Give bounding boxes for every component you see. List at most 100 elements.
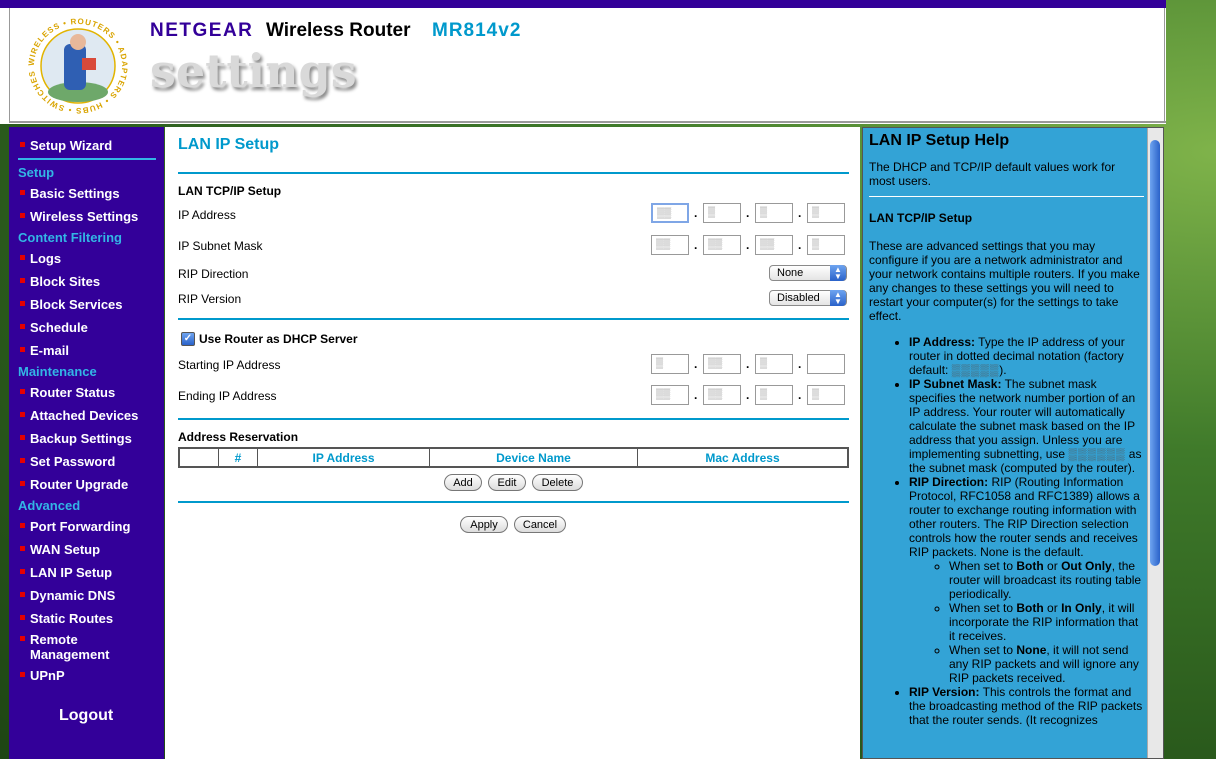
section-divider (178, 418, 849, 420)
help-paragraph: These are advanced settings that you may… (869, 239, 1140, 323)
sidebar-item-remote-management-line2[interactable]: Management (30, 647, 109, 662)
ending-ip-label: Ending IP Address (178, 389, 277, 403)
ip-address-octet-2[interactable]: ▒ (703, 203, 741, 223)
sidebar-heading-maintenance: Maintenance (18, 364, 97, 379)
scrollbar-thumb[interactable] (1150, 140, 1160, 566)
rip-direction-value: None (777, 267, 804, 279)
help-text: When set to (949, 601, 1014, 615)
rip-direction-select[interactable]: None ▲ ▼ (769, 265, 847, 281)
sidebar-item-wan-setup[interactable]: WAN Setup (20, 542, 100, 557)
bullet-icon (20, 412, 25, 418)
sidebar-item-remote-management[interactable]: Remote (20, 632, 78, 647)
sidebar-item-set-password[interactable]: Set Password (20, 454, 115, 469)
sidebar-item-wireless-settings[interactable]: Wireless Settings (20, 209, 138, 224)
start-ip-octet-4[interactable] (807, 354, 845, 374)
octet-separator: . (694, 238, 698, 252)
end-ip-octet-1[interactable]: ▒▒ (651, 385, 689, 405)
add-button[interactable]: Add (444, 474, 482, 491)
header-divider (9, 121, 1166, 123)
sidebar-item-email[interactable]: E-mail (20, 343, 69, 358)
subnet-octet-4[interactable]: ▒ (807, 235, 845, 255)
help-item-rip-direction: RIP Direction: RIP (Routing Information … (909, 475, 1144, 685)
help-title: LAN IP Setup Help (869, 132, 1010, 149)
sidebar-item-schedule[interactable]: Schedule (20, 320, 88, 335)
help-text: When set to (949, 559, 1014, 573)
subnet-octet-1[interactable]: ▒▒ (651, 235, 689, 255)
end-ip-octet-3[interactable]: ▒ (755, 385, 793, 405)
help-divider (869, 196, 1144, 197)
octet-separator: . (746, 388, 750, 402)
help-scrollbar[interactable] (1147, 128, 1163, 758)
header-border (9, 8, 10, 123)
dhcp-server-label: Use Router as DHCP Server (199, 332, 358, 346)
header-border (1164, 8, 1165, 123)
sidebar-item-basic-settings[interactable]: Basic Settings (20, 186, 120, 201)
section-divider (178, 501, 849, 503)
select-arrows-icon: ▲ ▼ (830, 290, 846, 306)
netgear-logo: WIRELESS • ROUTERS • ADAPTERS • HUBS • S… (24, 14, 128, 115)
column-header-device-name: Device Name (429, 447, 638, 468)
bullet-icon (20, 523, 25, 529)
page-title: LAN IP Setup (178, 136, 280, 153)
octet-separator: . (746, 238, 750, 252)
edit-button[interactable]: Edit (488, 474, 526, 491)
sidebar-item-backup-settings[interactable]: Backup Settings (20, 431, 132, 446)
column-header-select (178, 447, 219, 468)
help-term: IP Subnet Mask: (909, 377, 1002, 391)
sidebar-item-port-forwarding[interactable]: Port Forwarding (20, 519, 130, 534)
section-divider (178, 318, 849, 320)
sidebar-item-block-services[interactable]: Block Services (20, 297, 123, 312)
help-text: When set to (949, 643, 1014, 657)
subnet-octet-3[interactable]: ▒▒ (755, 235, 793, 255)
apply-button[interactable]: Apply (460, 516, 508, 533)
octet-separator: . (746, 206, 750, 220)
sidebar-item-lan-ip-setup[interactable]: LAN IP Setup (20, 565, 112, 580)
starting-ip-label: Starting IP Address (178, 358, 281, 372)
sidebar-item-static-routes[interactable]: Static Routes (20, 611, 113, 626)
ip-address-label: IP Address (178, 208, 236, 222)
ip-address-octet-3[interactable]: ▒ (755, 203, 793, 223)
delete-button[interactable]: Delete (532, 474, 583, 491)
sidebar-item-logs[interactable]: Logs (20, 251, 61, 266)
help-panel: LAN IP Setup Help The DHCP and TCP/IP de… (862, 127, 1164, 759)
ip-address-octet-1[interactable]: ▒▒ (651, 203, 689, 223)
help-term: Both (1016, 601, 1044, 615)
sidebar-item-router-upgrade[interactable]: Router Upgrade (20, 477, 128, 492)
help-section-title: LAN TCP/IP Setup (869, 211, 973, 225)
sidebar-item-dynamic-dns[interactable]: Dynamic DNS (20, 588, 115, 603)
sidebar-item-upnp[interactable]: UPnP (20, 668, 65, 683)
ip-address-octet-4[interactable]: ▒ (807, 203, 845, 223)
bullet-icon (20, 672, 25, 678)
sidebar-nav: Setup Wizard Setup Basic Settings Wirele… (9, 127, 164, 759)
help-term: In Only (1061, 601, 1102, 615)
start-ip-octet-2[interactable]: ▒▒ (703, 354, 741, 374)
help-text: or (1047, 601, 1058, 615)
octet-separator: . (746, 357, 750, 371)
start-ip-octet-3[interactable]: ▒ (755, 354, 793, 374)
bullet-icon (20, 301, 25, 307)
dhcp-server-checkbox[interactable]: ✓ (181, 332, 195, 346)
bullet-icon (20, 435, 25, 441)
sidebar-item-attached-devices[interactable]: Attached Devices (20, 408, 138, 423)
column-header-mac-address: Mac Address (637, 447, 849, 468)
sidebar-heading-setup: Setup (18, 165, 55, 180)
main-content: LAN IP Setup LAN TCP/IP Setup IP Address… (165, 127, 860, 759)
sidebar-item-router-status[interactable]: Router Status (20, 385, 115, 400)
help-item-rip-version: RIP Version: This controls the format an… (909, 685, 1144, 727)
rip-version-select[interactable]: Disabled ▲ ▼ (769, 290, 847, 306)
column-header-number: # (218, 447, 258, 468)
end-ip-octet-4[interactable]: ▒ (807, 385, 845, 405)
bullet-icon (20, 592, 25, 598)
bullet-icon (20, 142, 25, 148)
octet-separator: . (798, 238, 802, 252)
subnet-octet-2[interactable]: ▒▒ (703, 235, 741, 255)
sidebar-item-setup-wizard[interactable]: Setup Wizard (20, 138, 112, 153)
end-ip-octet-2[interactable]: ▒▒ (703, 385, 741, 405)
cancel-button[interactable]: Cancel (514, 516, 566, 533)
help-item-subnet-mask: IP Subnet Mask: The subnet mask specifie… (909, 377, 1144, 475)
sidebar-item-block-sites[interactable]: Block Sites (20, 274, 100, 289)
help-term: Out Only (1061, 559, 1112, 573)
help-intro: The DHCP and TCP/IP default values work … (869, 160, 1116, 188)
start-ip-octet-1[interactable]: ▒ (651, 354, 689, 374)
logout-link[interactable]: Logout (59, 707, 113, 725)
